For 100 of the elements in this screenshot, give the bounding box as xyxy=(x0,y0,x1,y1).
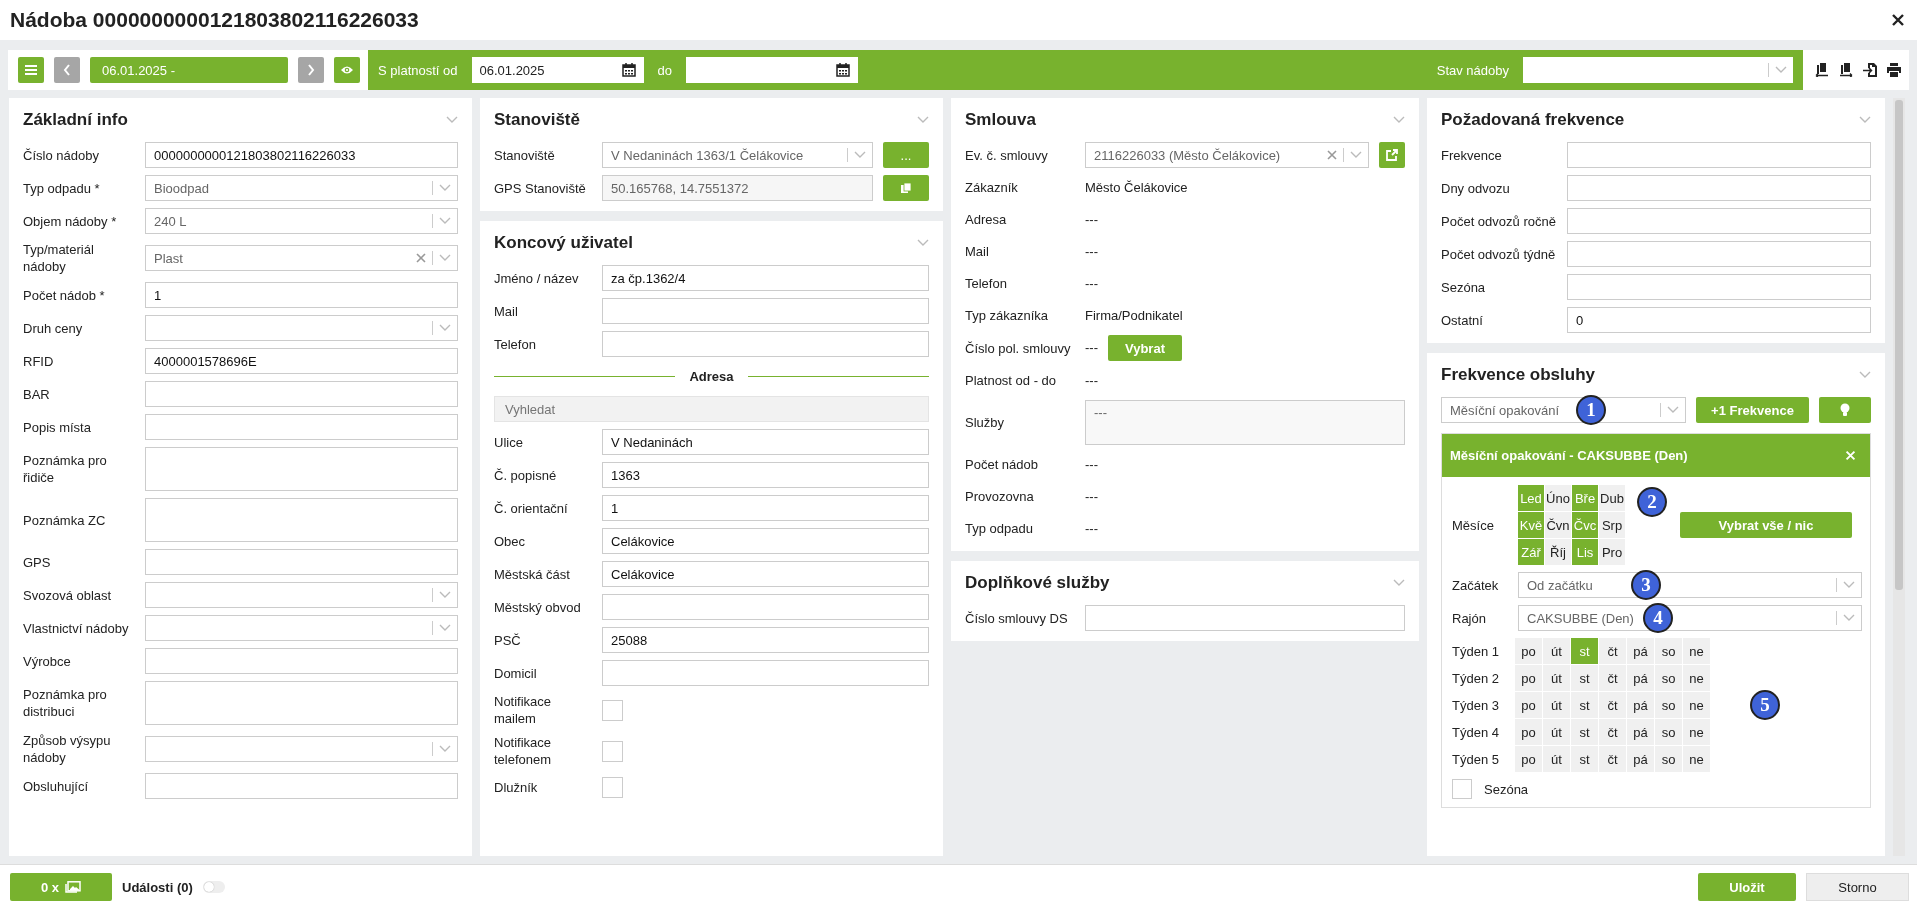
checkbox[interactable] xyxy=(602,740,623,762)
chevron-down-icon[interactable] xyxy=(439,217,451,225)
calendar-icon[interactable] xyxy=(621,63,636,77)
select-field[interactable] xyxy=(145,615,458,641)
day-toggle[interactable]: so xyxy=(1655,665,1682,691)
text-field[interactable] xyxy=(602,594,929,620)
select-field[interactable] xyxy=(145,315,458,341)
date-field[interactable]: 06.01.2025 xyxy=(471,57,644,83)
text-field[interactable]: Celákovice xyxy=(602,561,929,587)
search-field[interactable]: Vyhledat xyxy=(494,396,929,422)
text-field[interactable] xyxy=(145,414,458,440)
readonly-field[interactable]: 50.165768, 14.7551372 xyxy=(602,175,873,201)
day-toggle[interactable]: pá xyxy=(1627,746,1654,772)
previous-button[interactable] xyxy=(54,57,80,83)
text-field[interactable] xyxy=(1567,175,1871,201)
menu-button[interactable] xyxy=(18,57,44,83)
chevron-down-icon[interactable] xyxy=(439,591,451,599)
day-toggle[interactable]: pá xyxy=(1627,638,1654,664)
text-field[interactable]: 4000001578696E xyxy=(145,348,458,374)
next-button[interactable] xyxy=(298,57,324,83)
day-toggle[interactable]: po xyxy=(1515,665,1542,691)
day-toggle[interactable]: čt xyxy=(1599,746,1626,772)
chevron-down-icon[interactable] xyxy=(439,254,451,262)
chevron-down-icon[interactable] xyxy=(446,116,458,124)
clear-icon[interactable] xyxy=(416,253,426,263)
text-field[interactable] xyxy=(602,298,929,324)
day-toggle[interactable]: čt xyxy=(1599,638,1626,664)
day-toggle[interactable]: út xyxy=(1543,719,1570,745)
open-link-button[interactable] xyxy=(1379,142,1405,168)
text-field[interactable] xyxy=(602,331,929,357)
text-field[interactable] xyxy=(1567,142,1871,168)
month-toggle[interactable]: Pro xyxy=(1599,539,1625,565)
chevron-down-icon[interactable] xyxy=(1350,151,1362,159)
day-toggle[interactable]: ne xyxy=(1683,692,1710,718)
day-toggle[interactable]: ne xyxy=(1683,638,1710,664)
select-field[interactable] xyxy=(145,736,458,762)
text-field[interactable] xyxy=(145,381,458,407)
select-field[interactable]: 2116226033 (Město Čelákovice) xyxy=(1085,142,1369,168)
select-field[interactable]: 240 L xyxy=(145,208,458,234)
chevron-down-icon[interactable] xyxy=(439,184,451,192)
text-field[interactable]: 1363 xyxy=(602,462,929,488)
text-field[interactable]: 0 xyxy=(1567,307,1871,333)
chevron-down-icon[interactable] xyxy=(917,116,929,124)
select-field[interactable]: CAKSUBBE (Den) 4 xyxy=(1518,605,1862,631)
text-field[interactable] xyxy=(145,549,458,575)
cancel-button[interactable]: Storno xyxy=(1806,873,1909,901)
close-icon[interactable] xyxy=(1891,13,1905,27)
select-field[interactable] xyxy=(145,582,458,608)
day-toggle[interactable]: čt xyxy=(1599,719,1626,745)
chevron-down-icon[interactable] xyxy=(439,624,451,632)
day-toggle[interactable]: po xyxy=(1515,692,1542,718)
hint-button[interactable] xyxy=(1819,397,1871,423)
day-toggle[interactable]: út xyxy=(1543,665,1570,691)
select-field[interactable] xyxy=(1523,57,1793,83)
copy-button[interactable] xyxy=(883,175,929,201)
chevron-down-icon[interactable] xyxy=(1859,371,1871,379)
day-toggle[interactable]: út xyxy=(1543,692,1570,718)
day-toggle[interactable]: so xyxy=(1655,638,1682,664)
file-import-icon[interactable] xyxy=(1863,63,1877,77)
day-toggle[interactable]: st xyxy=(1571,692,1598,718)
text-field[interactable] xyxy=(602,660,929,686)
day-toggle[interactable]: st xyxy=(1571,746,1598,772)
chevron-down-icon[interactable] xyxy=(1393,579,1405,587)
chevron-down-icon[interactable] xyxy=(1843,581,1855,589)
chevron-down-icon[interactable] xyxy=(1843,614,1855,622)
text-field[interactable]: za čp.1362/4 xyxy=(602,265,929,291)
select-field[interactable]: V Nedaninách 1363/1 Čelákovice xyxy=(602,142,873,168)
day-toggle[interactable]: st xyxy=(1571,665,1598,691)
select-field[interactable]: Od začátku 3 xyxy=(1518,572,1862,598)
text-field[interactable] xyxy=(1567,274,1871,300)
month-toggle[interactable]: Dub xyxy=(1599,485,1625,511)
document-arrow-left-icon[interactable] xyxy=(1815,63,1829,77)
day-toggle[interactable]: ne xyxy=(1683,719,1710,745)
checkbox[interactable] xyxy=(602,777,623,798)
chevron-down-icon[interactable] xyxy=(854,151,866,159)
events-toggle[interactable] xyxy=(202,881,225,893)
chevron-down-icon[interactable] xyxy=(1775,66,1787,74)
day-toggle[interactable]: so xyxy=(1655,692,1682,718)
day-toggle[interactable]: pá xyxy=(1627,665,1654,691)
date-field[interactable] xyxy=(685,57,858,83)
text-field[interactable] xyxy=(1085,605,1405,631)
text-field[interactable]: 25088 xyxy=(602,627,929,653)
select-field[interactable]: Měsíční opakování 1 xyxy=(1441,397,1686,423)
chevron-down-icon[interactable] xyxy=(917,239,929,247)
month-toggle[interactable]: Čvn xyxy=(1545,512,1571,538)
text-field[interactable]: 1 xyxy=(602,495,929,521)
checkbox[interactable] xyxy=(1452,779,1472,799)
text-field[interactable] xyxy=(145,773,458,799)
month-toggle[interactable]: Úno xyxy=(1545,485,1571,511)
chevron-down-icon[interactable] xyxy=(1393,116,1405,124)
day-toggle[interactable]: po xyxy=(1515,719,1542,745)
day-toggle[interactable]: po xyxy=(1515,638,1542,664)
day-toggle[interactable]: st xyxy=(1571,719,1598,745)
day-toggle[interactable]: pá xyxy=(1627,719,1654,745)
text-field[interactable]: 0000000000121803802116226033 xyxy=(145,142,458,168)
chevron-down-icon[interactable] xyxy=(439,324,451,332)
select-field[interactable]: Plast xyxy=(145,245,458,271)
day-toggle[interactable]: so xyxy=(1655,746,1682,772)
scrollbar[interactable] xyxy=(1893,98,1905,856)
day-toggle[interactable]: pá xyxy=(1627,692,1654,718)
